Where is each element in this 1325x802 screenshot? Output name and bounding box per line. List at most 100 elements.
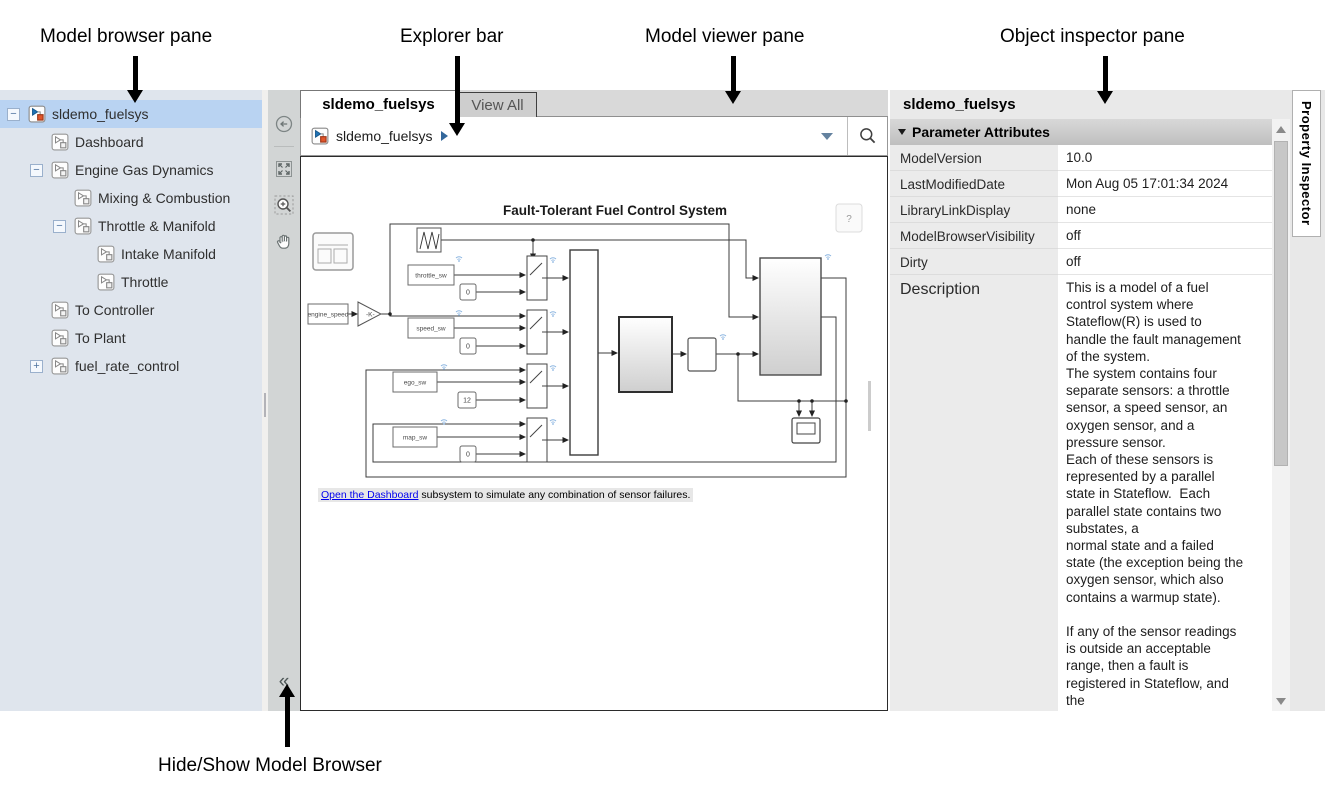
svg-text:?: ? bbox=[846, 214, 852, 225]
open-dashboard-link[interactable]: Open the Dashboard bbox=[321, 489, 418, 501]
pan-hand-button[interactable] bbox=[272, 229, 296, 253]
zoom-in-button[interactable] bbox=[272, 193, 296, 217]
conversion-block[interactable] bbox=[688, 338, 716, 371]
subsystem-icon bbox=[74, 189, 92, 207]
subsystem-icon bbox=[51, 329, 69, 347]
tree-expander-icon[interactable]: + bbox=[30, 360, 43, 373]
property-row-description: Description This is a model of a fuel co… bbox=[890, 275, 1272, 711]
svg-text:throttle_sw: throttle_sw bbox=[415, 273, 447, 280]
tree-item-label: sldemo_fuelsys bbox=[52, 106, 149, 122]
tree-item-fuel-rate-control[interactable]: + fuel_rate_control bbox=[0, 352, 262, 380]
tree-item-engine-gas-dynamics[interactable]: − Engine Gas Dynamics bbox=[0, 156, 262, 184]
breadcrumb-model-name[interactable]: sldemo_fuelsys bbox=[336, 128, 433, 144]
tree-expander-icon[interactable]: − bbox=[53, 220, 66, 233]
toolbar-divider bbox=[274, 146, 294, 147]
inspector-scrollbar[interactable] bbox=[1272, 119, 1290, 711]
repeating-sequence-block[interactable] bbox=[417, 228, 441, 252]
tree-expander-icon[interactable]: − bbox=[30, 164, 43, 177]
tree-item-intake-manifold[interactable]: Intake Manifold bbox=[0, 240, 262, 268]
svg-text:speed_sw: speed_sw bbox=[416, 326, 446, 333]
chevron-down-icon[interactable] bbox=[821, 133, 833, 140]
tree-item-label: To Controller bbox=[75, 302, 154, 318]
svg-text:map_sw: map_sw bbox=[403, 435, 428, 442]
side-tab-strip: Property Inspector bbox=[1290, 90, 1325, 711]
speed-sw-block[interactable]: speed_sw bbox=[408, 318, 454, 338]
inspector-title: sldemo_fuelsys bbox=[890, 90, 1290, 119]
back-button[interactable] bbox=[272, 112, 296, 136]
tab-sldemo-fuelsys[interactable]: sldemo_fuelsys bbox=[300, 90, 457, 118]
mux-block[interactable] bbox=[570, 250, 598, 455]
constant-block[interactable]: 12 bbox=[458, 392, 476, 408]
tree-item-throttle-manifold[interactable]: − Throttle & Manifold bbox=[0, 212, 262, 240]
property-value: Mon Aug 05 17:01:34 2024 bbox=[1058, 171, 1272, 197]
property-inspector-tab[interactable]: Property Inspector bbox=[1292, 90, 1321, 237]
simulink-web-view: − sldemo_fuelsys Dashboard − Engine Gas … bbox=[0, 90, 1325, 712]
callout-arrow-model-browser bbox=[127, 56, 144, 103]
throttle-sw-block[interactable]: throttle_sw bbox=[408, 265, 454, 285]
property-value: off bbox=[1058, 223, 1272, 249]
subsystem-icon bbox=[51, 301, 69, 319]
model-browser-pane: − sldemo_fuelsys Dashboard − Engine Gas … bbox=[0, 90, 262, 711]
tree-item-label: Throttle bbox=[121, 274, 168, 290]
constant-block[interactable]: 0 bbox=[460, 284, 476, 300]
property-name: Description bbox=[900, 275, 980, 307]
property-value: none bbox=[1058, 197, 1272, 223]
subsystem-icon bbox=[51, 133, 69, 151]
tab-view-all[interactable]: View All bbox=[458, 92, 537, 117]
scope-block[interactable] bbox=[792, 418, 820, 443]
property-value: off bbox=[1058, 249, 1272, 275]
viewer-toolbar: « bbox=[268, 90, 300, 711]
section-label: Parameter Attributes bbox=[912, 124, 1050, 140]
tree-item-to-controller[interactable]: To Controller bbox=[0, 296, 262, 324]
gain-block[interactable]: -K- bbox=[358, 302, 381, 326]
help-button[interactable]: ? bbox=[836, 204, 862, 232]
scroll-up-button[interactable] bbox=[1272, 121, 1290, 137]
splitter-handle[interactable] bbox=[264, 393, 266, 417]
engine-speed-block[interactable]: engine_speed bbox=[308, 304, 349, 324]
property-row: LibraryLinkDisplay none bbox=[890, 197, 1272, 223]
annotation-object-inspector-pane: Object inspector pane bbox=[1000, 26, 1185, 48]
diagram-title: Fault-Tolerant Fuel Control System bbox=[503, 203, 727, 218]
diagram-canvas[interactable]: Fault-Tolerant Fuel Control System ? bbox=[300, 156, 888, 711]
parameter-attributes-section-header[interactable]: Parameter Attributes bbox=[890, 119, 1272, 145]
property-row: ModelVersion 10.0 bbox=[890, 145, 1272, 171]
annotation-hide-show-model-browser: Hide/Show Model Browser bbox=[158, 755, 382, 777]
scrollbar-thumb[interactable] bbox=[1274, 141, 1288, 466]
scroll-down-button[interactable] bbox=[1272, 693, 1290, 709]
property-row: LastModifiedDate Mon Aug 05 17:01:34 202… bbox=[890, 171, 1272, 197]
simulink-model-icon bbox=[28, 105, 46, 123]
tree-item-sldemo-fuelsys[interactable]: − sldemo_fuelsys bbox=[0, 100, 262, 128]
breadcrumb-expand-icon[interactable] bbox=[441, 131, 448, 141]
constant-block[interactable]: 0 bbox=[460, 446, 476, 462]
tree-item-dashboard[interactable]: Dashboard bbox=[0, 128, 262, 156]
annotation-explorer-bar: Explorer bar bbox=[400, 26, 504, 48]
switch-blocks[interactable] bbox=[527, 256, 547, 462]
property-name: ModelBrowserVisibility bbox=[900, 223, 1035, 249]
constant-block[interactable]: 0 bbox=[460, 338, 476, 354]
callout-arrow-explorer-bar bbox=[449, 56, 466, 136]
engine-gas-dynamics-subsystem[interactable] bbox=[760, 258, 821, 375]
dashboard-block[interactable] bbox=[313, 233, 353, 270]
fit-to-view-button[interactable] bbox=[272, 157, 296, 181]
annotation-model-viewer-pane: Model viewer pane bbox=[645, 26, 804, 48]
subsystem-icon bbox=[51, 357, 69, 375]
tree-item-mixing-combustion[interactable]: Mixing & Combustion bbox=[0, 184, 262, 212]
tree-item-throttle[interactable]: Throttle bbox=[0, 268, 262, 296]
svg-text:12: 12 bbox=[463, 398, 471, 405]
svg-text:-K-: -K- bbox=[366, 312, 375, 319]
tree-item-to-plant[interactable]: To Plant bbox=[0, 324, 262, 352]
property-name: LibraryLinkDisplay bbox=[900, 197, 1010, 223]
property-name: ModelVersion bbox=[900, 145, 982, 171]
svg-text:ego_sw: ego_sw bbox=[404, 380, 427, 387]
ego-sw-block[interactable]: ego_sw bbox=[393, 372, 437, 392]
tree-expander-icon[interactable]: − bbox=[7, 108, 20, 121]
map-sw-block[interactable]: map_sw bbox=[393, 427, 437, 447]
tree-item-label: Engine Gas Dynamics bbox=[75, 162, 214, 178]
search-button[interactable] bbox=[848, 117, 887, 155]
tree-item-label: Throttle & Manifold bbox=[98, 218, 216, 234]
collapse-section-icon bbox=[898, 129, 906, 135]
subsystem-icon bbox=[74, 217, 92, 235]
fuel-rate-control-subsystem[interactable] bbox=[619, 317, 672, 392]
tree-item-label: Intake Manifold bbox=[121, 246, 216, 262]
canvas-scroll-indicator[interactable] bbox=[868, 381, 871, 431]
